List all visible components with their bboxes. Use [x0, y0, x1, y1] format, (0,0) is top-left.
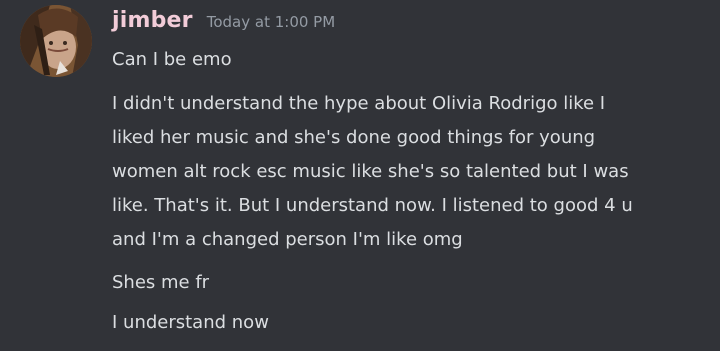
user-avatar[interactable] [20, 5, 92, 77]
chat-message: jimber Today at 1:00 PM Can I be emo I d… [0, 0, 720, 351]
timestamp: Today at 1:00 PM [206, 13, 336, 31]
message-header: jimber Today at 1:00 PM [112, 8, 335, 42]
paragraph-line: and I'm a changed person I'm like omg [112, 229, 463, 250]
username[interactable]: jimber [112, 8, 193, 33]
paragraph-line: like. That's it. But I understand now. I… [112, 195, 633, 216]
message-line: I understand now [112, 312, 269, 333]
paragraph-line: women alt rock esc music like she's so t… [112, 161, 629, 182]
message-paragraph: I didn't understand the hype about Olivi… [112, 87, 712, 257]
paragraph-line: liked her music and she's done good thin… [112, 127, 596, 148]
paragraph-line: I didn't understand the hype about Olivi… [112, 93, 606, 114]
avatar-image [20, 5, 92, 77]
message-line: Shes me fr [112, 272, 210, 293]
message-line: Can I be emo [112, 49, 232, 70]
